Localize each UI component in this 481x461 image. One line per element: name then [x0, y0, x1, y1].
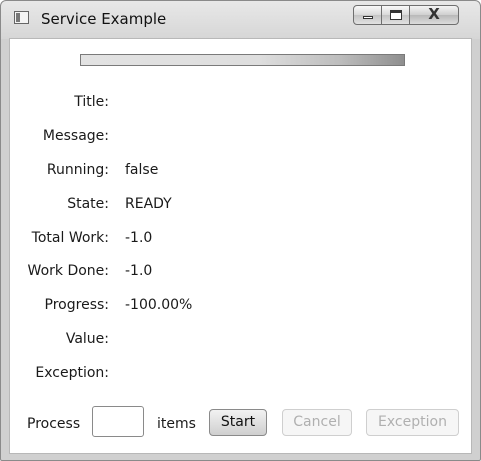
field-value: false	[125, 162, 159, 178]
field-row-progress: Progress: -100.00%	[10, 297, 471, 317]
field-label: Running:	[46, 162, 109, 178]
app-window: Service Example X Title: Message: Runnin…	[0, 0, 481, 461]
field-value: -100.00%	[125, 297, 193, 313]
field-label: Exception:	[35, 365, 109, 381]
maximize-button[interactable]	[381, 5, 410, 25]
field-value: READY	[125, 196, 172, 212]
field-label: State:	[67, 196, 109, 212]
field-row-exception: Exception:	[10, 365, 471, 385]
field-row-state: State: READY	[10, 196, 471, 216]
field-row-running: Running: false	[10, 162, 471, 182]
window-app-icon[interactable]	[14, 11, 29, 24]
field-row-title: Title:	[10, 94, 471, 114]
close-icon: X	[428, 5, 440, 23]
field-label: Total Work:	[31, 230, 109, 246]
window-title: Service Example	[41, 10, 167, 28]
items-count-input[interactable]	[92, 406, 144, 437]
exception-button[interactable]: Exception	[366, 409, 459, 436]
field-label: Message:	[42, 128, 109, 144]
field-label: Progress:	[44, 297, 109, 313]
items-label: items	[157, 416, 196, 432]
minimize-button[interactable]	[353, 5, 382, 25]
field-row-total-work: Total Work: -1.0	[10, 230, 471, 250]
field-label: Value:	[65, 331, 109, 347]
field-row-message: Message:	[10, 128, 471, 148]
field-row-work-done: Work Done: -1.0	[10, 263, 471, 283]
progress-bar	[80, 54, 405, 66]
process-label: Process	[27, 416, 81, 432]
field-label: Title:	[74, 94, 109, 110]
close-button[interactable]: X	[409, 5, 459, 25]
title-bar[interactable]: Service Example X	[1, 1, 480, 37]
field-row-value: Value:	[10, 331, 471, 351]
cancel-button[interactable]: Cancel	[282, 409, 352, 436]
minimize-icon	[363, 16, 373, 19]
field-label: Work Done:	[27, 263, 109, 279]
maximize-icon	[390, 10, 402, 20]
content-pane: Title: Message: Running: false State: RE…	[9, 38, 472, 454]
start-button[interactable]: Start	[209, 409, 267, 436]
field-value: -1.0	[125, 263, 153, 279]
field-value: -1.0	[125, 230, 153, 246]
